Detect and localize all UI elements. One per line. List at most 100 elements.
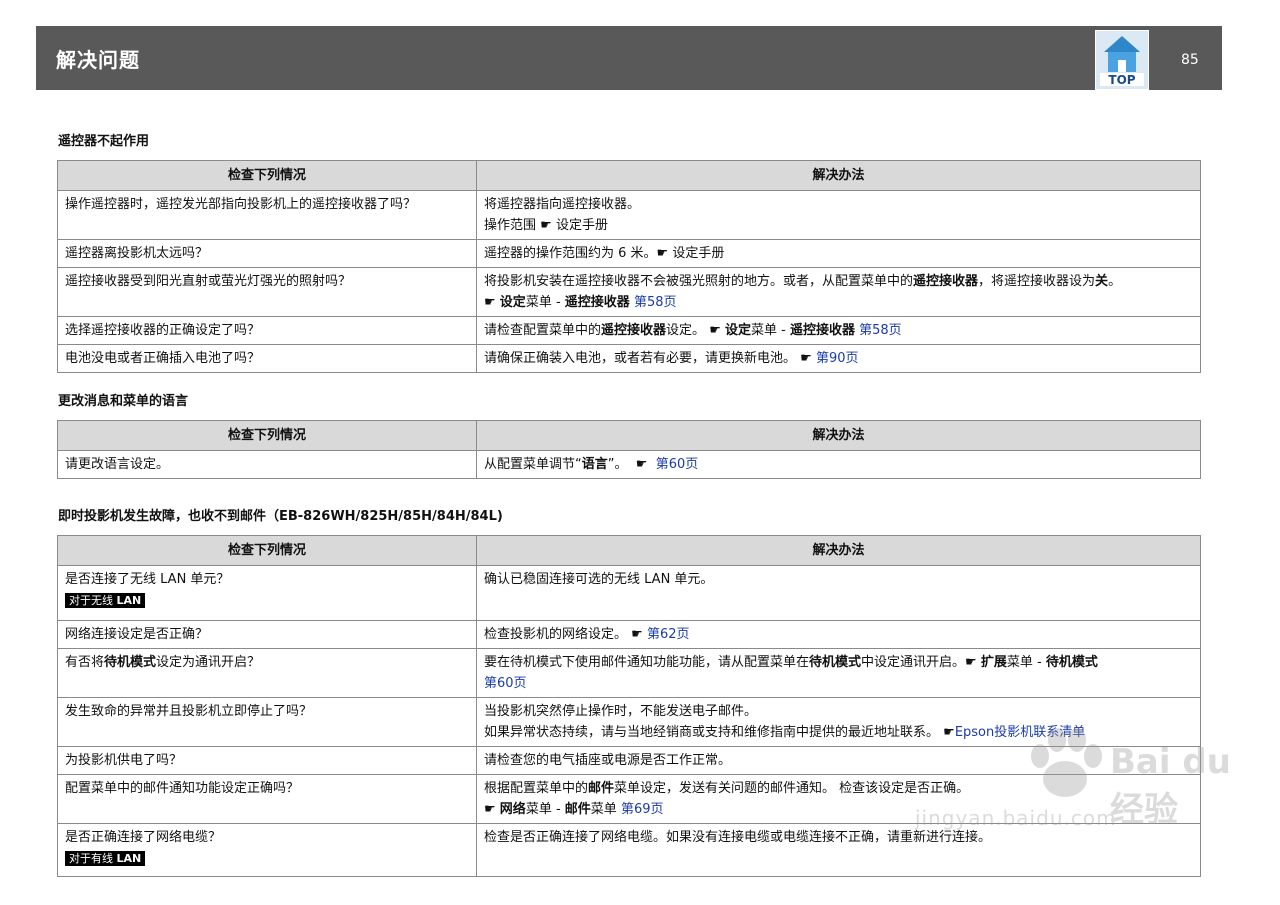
pointing-hand-icon: ☛ [631, 627, 643, 642]
solution-text: 菜单设定，发送有关问题的邮件通知。 检查该设定是否正确。 [614, 781, 970, 796]
table-row: 操作遥控器时，遥控发光部指向投影机上的遥控接收器了吗？ 将遥控器指向遥控接收器。… [57, 190, 1201, 240]
check-cell: 是否正确连接了网络电缆？ 对于有线 LAN [57, 823, 477, 877]
menu-term: 语言 [581, 457, 608, 472]
solution-text: 检查投影机的网络设定。 [484, 627, 628, 642]
section-title-language: 更改消息和菜单的语言 [58, 394, 189, 409]
check-text: 设定为通讯开启？ [156, 655, 261, 670]
page-link[interactable]: 第60页 [656, 457, 699, 472]
house-icon: TOP [1100, 36, 1144, 87]
menu-item-suffix: 菜单 [590, 802, 617, 817]
section-title-mail: 即时投影机发生故障，也收不到邮件（EB-826WH/825H/85H/84H/8… [58, 509, 503, 524]
column-header-check: 检查下列情况 [57, 160, 477, 191]
pointing-hand-icon: ☛ [484, 802, 496, 817]
watermark-brand: Bai du 经验 [1110, 742, 1231, 830]
menu-name: 设定 [724, 323, 751, 338]
menu-name: 设定 [499, 295, 526, 310]
menu-suffix: 菜单 - [1006, 655, 1046, 670]
badge-text: 对于无线 [69, 594, 117, 607]
page-link[interactable]: 第58页 [634, 295, 677, 310]
menu-item-name: 邮件 [564, 802, 591, 817]
check-cell: 发生致命的异常并且投影机立即停止了吗？ [57, 697, 477, 747]
solution-text: 如果异常状态持续，请与当地经销商或支持和维修指南中提供的最近地址联系。 [484, 725, 940, 740]
baidu-watermark: Bai du 经验 jingyan.baidu.com [915, 724, 1240, 854]
table-header-row: 检查下列情况 解决办法 [57, 160, 1201, 191]
menu-suffix: 菜单 - [525, 295, 565, 310]
check-cell: 配置菜单中的邮件通知功能设定正确吗？ [57, 774, 477, 824]
check-cell: 遥控接收器受到阳光直射或萤光灯强光的照射吗？ [57, 267, 477, 317]
solution-cell: 确认已稳固连接可选的无线 LAN 单元。 [476, 565, 1201, 621]
table-row: 电池没电或者正确插入电池了吗？ 请确保正确装入电池，或者若有必要，请更换新电池。… [57, 344, 1201, 373]
menu-term: 关 [1095, 274, 1109, 289]
menu-term: 遥控接收器 [913, 274, 979, 289]
solution-text: 当投影机突然停止操作时，不能发送电子邮件。 [484, 704, 758, 719]
solution-text: 设定。 [666, 323, 706, 338]
paw-logo-icon [1031, 728, 1102, 797]
solution-text: 将遥控器指向遥控接收器。 [484, 197, 641, 212]
solution-ref-line: 操作范围 ☛ 设定手册 [484, 215, 1193, 236]
menu-term: 遥控接收器 [601, 323, 667, 338]
table-row: 选择遥控接收器的正确设定了吗？ 请检查配置菜单中的遥控接收器设定。 ☛ 设定菜单… [57, 316, 1201, 345]
solution-text: 操作范围 [484, 218, 537, 233]
page-number: 85 [1181, 52, 1199, 68]
menu-name: 扩展 [980, 655, 1007, 670]
table-row: 网络连接设定是否正确？ 检查投影机的网络设定。 ☛ 第62页 [57, 620, 1201, 649]
solution-cell: 将遥控器指向遥控接收器。 操作范围 ☛ 设定手册 [476, 190, 1201, 240]
menu-item-name: 遥控接收器 [564, 295, 630, 310]
check-cell: 请更改语言设定。 [57, 450, 477, 479]
check-cell: 为投影机供电了吗？ [57, 746, 477, 775]
check-text: 有否将 [65, 655, 105, 670]
pointing-hand-icon: ☛ [943, 725, 955, 740]
solution-cell: 遥控器的操作范围约为 6 米。☛ 设定手册 [476, 239, 1201, 268]
badge-bold-text: LAN [116, 594, 142, 607]
page-link[interactable]: 第62页 [647, 627, 690, 642]
solution-cell: 检查投影机的网络设定。 ☛ 第62页 [476, 620, 1201, 649]
page-link[interactable]: 第60页 [484, 676, 527, 691]
check-cell: 操作遥控器时，遥控发光部指向投影机上的遥控接收器了吗？ [57, 190, 477, 240]
solution-text: 遥控器的操作范围约为 6 米。 [484, 246, 657, 261]
section-title-remote: 遥控器不起作用 [58, 134, 150, 149]
menu-term: 待机模式 [809, 655, 862, 670]
column-header-solution: 解决办法 [476, 160, 1201, 191]
pointing-hand-icon: ☛ [656, 246, 669, 261]
table-row: 遥控器离投影机太远吗？ 遥控器的操作范围约为 6 米。☛ 设定手册 [57, 239, 1201, 268]
page-link[interactable]: 第69页 [621, 802, 664, 817]
solution-text: 中设定通讯开启。 [861, 655, 966, 670]
menu-name: 网络 [499, 802, 526, 817]
manual-reference: 设定手册 [555, 218, 608, 233]
table-header-row: 检查下列情况 解决办法 [57, 535, 1201, 566]
page-title: 解决问题 [56, 48, 140, 72]
solution-cell: 请检查配置菜单中的遥控接收器设定。 ☛ 设定菜单 - 遥控接收器 第58页 [476, 316, 1201, 345]
pointing-hand-icon: ☛ [709, 323, 721, 338]
badge-bold-text: LAN [116, 852, 142, 865]
column-header-solution: 解决办法 [476, 535, 1201, 566]
check-cell: 是否连接了无线 LAN 单元？ 对于无线 LAN [57, 565, 477, 621]
column-header-check: 检查下列情况 [57, 535, 477, 566]
solution-text: 从配置菜单调节“ [484, 457, 582, 472]
top-label: TOP [1108, 73, 1135, 87]
solution-text: ”。 [607, 457, 628, 472]
solution-text: 根据配置菜单中的 [484, 781, 589, 796]
menu-term: 邮件 [588, 781, 615, 796]
table-row: 请更改语言设定。 从配置菜单调节“语言”。 ☛ 第60页 [57, 450, 1201, 479]
page-link[interactable]: 第58页 [859, 323, 902, 338]
check-text: 是否连接了无线 LAN 单元？ [65, 572, 230, 587]
page-link[interactable]: 第90页 [816, 351, 859, 366]
wireless-lan-badge: 对于无线 LAN [65, 593, 146, 608]
wired-lan-badge: 对于有线 LAN [65, 851, 146, 866]
menu-reference: ☛ 设定菜单 - 遥控接收器 第58页 [484, 292, 1193, 313]
table-row: 是否连接了无线 LAN 单元？ 对于无线 LAN 确认已稳固连接可选的无线 LA… [57, 565, 1201, 621]
badge-text: 对于有线 [69, 852, 117, 865]
page-header: 解决问题 TOP 85 [36, 26, 1222, 90]
watermark-url: jingyan.baidu.com [915, 806, 1117, 830]
top-button[interactable]: TOP [1095, 30, 1149, 90]
table-row: 遥控接收器受到阳光直射或萤光灯强光的照射吗？ 将投影机安装在遥控接收器不会被强光… [57, 267, 1201, 317]
pointing-hand-icon: ☛ [635, 457, 648, 472]
table-header-row: 检查下列情况 解决办法 [57, 420, 1201, 451]
solution-cell: 将投影机安装在遥控接收器不会被强光照射的地方。或者，从配置菜单中的遥控接收器，将… [476, 267, 1201, 317]
solution-text: 要在待机模式下使用邮件通知功能功能，请从配置菜单在 [484, 655, 810, 670]
solution-text: 将投影机安装在遥控接收器不会被强光照射的地方。或者，从配置菜单中的 [484, 274, 914, 289]
pointing-hand-icon: ☛ [800, 351, 812, 366]
menu-item-name: 遥控接收器 [789, 323, 855, 338]
language-table: 检查下列情况 解决办法 请更改语言设定。 从配置菜单调节“语言”。 ☛ 第60页 [57, 420, 1201, 479]
column-header-check: 检查下列情况 [57, 420, 477, 451]
